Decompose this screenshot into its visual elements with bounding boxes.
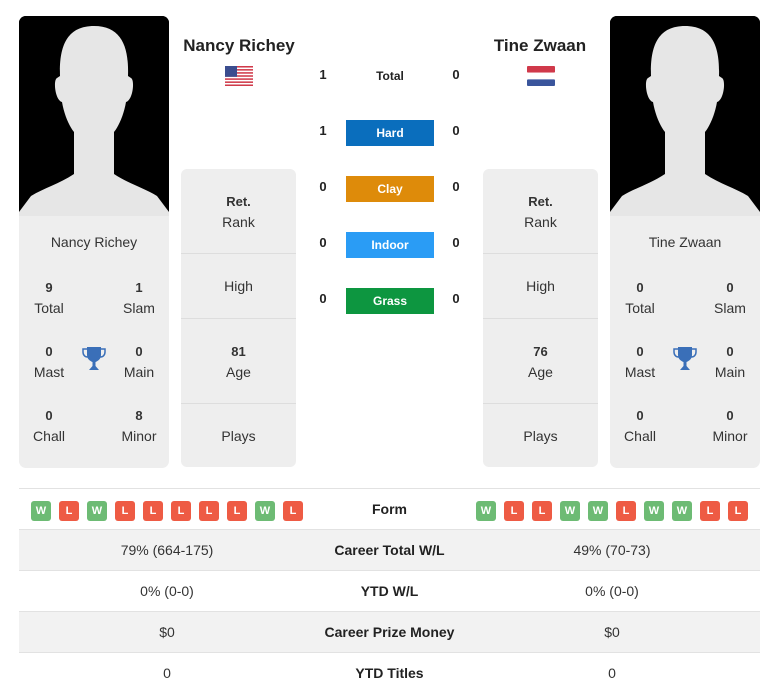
form-loss-badge[interactable]: L — [199, 501, 219, 521]
surface-grass-badge[interactable]: Grass — [346, 288, 434, 314]
form-win-badge[interactable]: W — [560, 501, 580, 521]
player2-main-titles: 0 Main — [714, 344, 746, 380]
h2h-hard-p1: 1 — [319, 123, 327, 138]
table-row: 0% (0-0) YTD W/L 0% (0-0) — [19, 570, 760, 611]
player1-name[interactable]: Nancy Richey — [164, 36, 314, 56]
divider — [181, 318, 296, 319]
player2-total-titles: 0 Total — [625, 280, 655, 316]
player-silhouette-icon — [19, 16, 169, 216]
table-row: 0 YTD Titles 0 — [19, 652, 760, 693]
player2-mast-titles: 0 Mast — [624, 344, 656, 380]
player1-rank: Ret. Rank — [222, 194, 255, 230]
form-loss-badge[interactable]: L — [728, 501, 748, 521]
row-label: Career Prize Money — [324, 624, 455, 640]
player1-minor-titles: 8 Minor — [121, 408, 157, 444]
form-loss-badge[interactable]: L — [115, 501, 135, 521]
surface-indoor-badge[interactable]: Indoor — [346, 232, 434, 258]
row-label: YTD W/L — [360, 583, 419, 599]
player1-card-name[interactable]: Nancy Richey — [19, 234, 169, 250]
h2h-grass-p2: 0 — [452, 291, 460, 306]
surface-clay-badge[interactable]: Clay — [346, 176, 434, 202]
divider — [483, 318, 598, 319]
player2-minor-titles: 0 Minor — [712, 408, 748, 444]
player1-info-card: Ret. Rank High 81 Age Plays — [181, 169, 296, 467]
form-win-badge[interactable]: W — [87, 501, 107, 521]
trophy-icon — [673, 347, 697, 370]
form-loss-badge[interactable]: L — [143, 501, 163, 521]
player2-ytd-titles: 0 — [608, 665, 616, 681]
h2h-hard-p2: 0 — [452, 123, 460, 138]
player2-card: Tine Zwaan 0 Total 0 Slam 0 Mast 0 Main … — [610, 16, 760, 468]
player2-info-card: Ret. Rank High 76 Age Plays — [483, 169, 598, 467]
form-loss-badge[interactable]: L — [700, 501, 720, 521]
player-silhouette-icon — [610, 16, 760, 216]
h2h-total-label: Total — [376, 69, 404, 83]
player2-slam-titles: 0 Slam — [714, 280, 746, 316]
player1-prize-money: $0 — [159, 624, 175, 640]
player2-photo[interactable] — [610, 16, 760, 216]
player1-slam-titles: 1 Slam — [123, 280, 155, 316]
player2-plays: Plays — [523, 428, 558, 444]
player1-card: Nancy Richey 9 Total 1 Slam 0 Mast 0 Mai… — [19, 16, 169, 468]
player1-total-titles: 9 Total — [34, 280, 64, 316]
trophy-icon — [82, 347, 106, 370]
divider — [181, 403, 296, 404]
player2-chall-titles: 0 Chall — [624, 408, 656, 444]
form-win-badge[interactable]: W — [255, 501, 275, 521]
h2h-total-p2: 0 — [452, 67, 460, 82]
player1-ytd-titles: 0 — [163, 665, 171, 681]
form-label: Form — [372, 501, 407, 517]
table-row: $0 Career Prize Money $0 — [19, 611, 760, 652]
form-loss-badge[interactable]: L — [227, 501, 247, 521]
player2-career-wl: 49% (70-73) — [573, 542, 651, 558]
h2h-total-p1: 1 — [319, 67, 327, 82]
h2h-indoor-p1: 0 — [319, 235, 327, 250]
player2-ytd-wl: 0% (0-0) — [585, 583, 639, 599]
h2h-clay-p2: 0 — [452, 179, 460, 194]
divider — [181, 253, 296, 254]
player1-age: 81 Age — [226, 344, 251, 380]
h2h-clay-p1: 0 — [319, 179, 327, 194]
divider — [483, 253, 598, 254]
usa-flag-icon — [225, 66, 253, 86]
netherlands-flag-icon — [527, 66, 555, 86]
player1-career-wl: 79% (664-175) — [120, 542, 214, 558]
player1-main-titles: 0 Main — [123, 344, 155, 380]
h2h-grass-p1: 0 — [319, 291, 327, 306]
player1-photo[interactable] — [19, 16, 169, 216]
form-win-badge[interactable]: W — [31, 501, 51, 521]
form-loss-badge[interactable]: L — [532, 501, 552, 521]
form-loss-badge[interactable]: L — [504, 501, 524, 521]
player2-rank: Ret. Rank — [524, 194, 557, 230]
row-label: Career Total W/L — [334, 542, 445, 558]
form-win-badge[interactable]: W — [476, 501, 496, 521]
player1-chall-titles: 0 Chall — [33, 408, 65, 444]
player2-card-name[interactable]: Tine Zwaan — [610, 234, 760, 250]
h2h-indoor-p2: 0 — [452, 235, 460, 250]
row-label: YTD Titles — [355, 665, 424, 681]
form-win-badge[interactable]: W — [588, 501, 608, 521]
divider — [483, 403, 598, 404]
form-win-badge[interactable]: W — [672, 501, 692, 521]
surface-hard-badge[interactable]: Hard — [346, 120, 434, 146]
form-loss-badge[interactable]: L — [283, 501, 303, 521]
player1-plays: Plays — [221, 428, 256, 444]
player2-name[interactable]: Tine Zwaan — [465, 36, 615, 56]
form-loss-badge[interactable]: L — [616, 501, 636, 521]
player2-age: 76 Age — [528, 344, 553, 380]
form-loss-badge[interactable]: L — [171, 501, 191, 521]
form-win-badge[interactable]: W — [644, 501, 664, 521]
player1-mast-titles: 0 Mast — [33, 344, 65, 380]
form-loss-badge[interactable]: L — [59, 501, 79, 521]
player1-ytd-wl: 0% (0-0) — [140, 583, 194, 599]
player2-high: High — [526, 278, 555, 294]
table-row: 79% (664-175) Career Total W/L 49% (70-7… — [19, 529, 760, 570]
player1-high: High — [224, 278, 253, 294]
form-row: WLWLLLLLWL Form WLLWWLWWLL — [19, 488, 760, 529]
player2-prize-money: $0 — [604, 624, 620, 640]
